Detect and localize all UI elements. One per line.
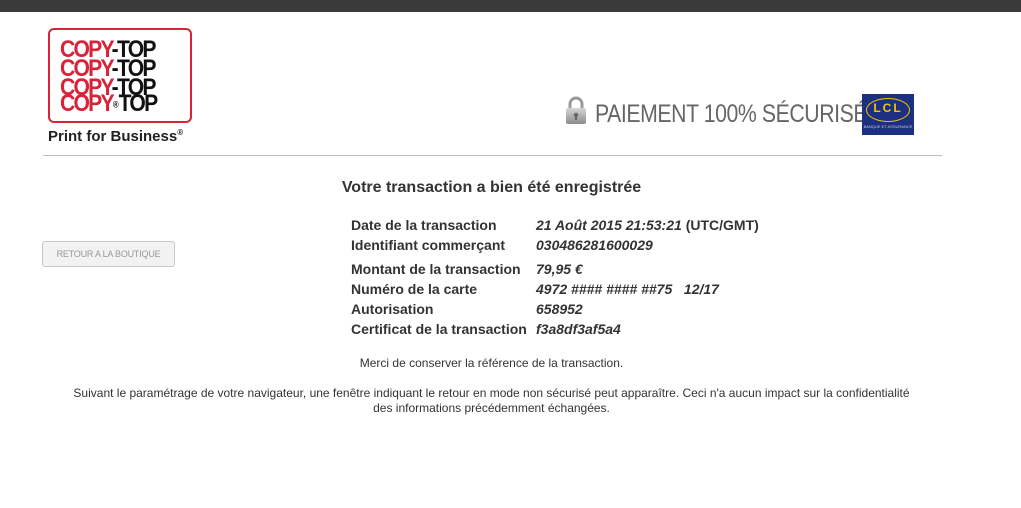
authorization-label: Autorisation [351,301,434,317]
date-value: 21 Août 2015 21:53:21 (UTC/GMT) [536,217,759,233]
card-label: Numéro de la carte [351,281,478,297]
merchant-label: Identifiant commerçant [351,237,506,253]
logo-tagline: Print for Business® [48,128,184,145]
thanks-message: Merci de conserver la référence de la tr… [359,356,624,370]
date-label: Date de la transaction [351,217,497,233]
merchant-value: 030486281600029 [536,237,653,253]
top-bar [0,0,1021,12]
lock-icon [566,96,586,124]
page-title: Votre transaction a bien été enregistrée [341,179,642,196]
security-notice: Suivant le paramétrage de votre navigate… [73,386,910,415]
logo-line: COPY®TOP [60,90,158,117]
back-to-shop-button[interactable]: RETOUR A LA BOUTIQUE [42,241,175,267]
card-value: 4972 #### #### ##75 12/17 [536,281,719,297]
lcl-bank-logo: LCL BANQUE ET ASSURANCE [862,94,914,135]
secure-payment-text: PAIEMENT 100% SÉCURISÉ [595,100,868,128]
amount-label: Montant de la transaction [351,261,521,277]
certificate-value: f3a8df3af5a4 [536,321,621,337]
authorization-value: 658952 [536,301,583,317]
copytop-logo: COPY-TOP COPY-TOP COPY-TOP COPY®TOP [48,28,192,123]
certificate-label: Certificat de la transaction [351,321,527,337]
amount-value: 79,95 € [536,261,583,277]
header-divider [43,155,942,156]
